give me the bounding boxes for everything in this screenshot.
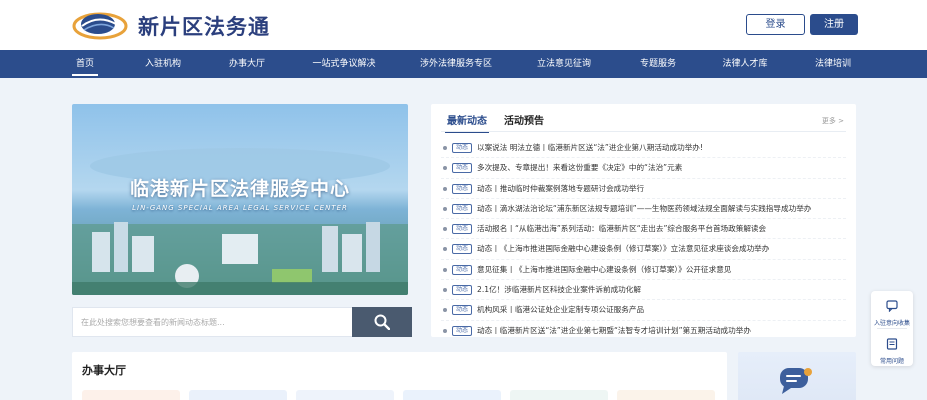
faq-label: 常用问题 <box>879 358 904 365</box>
news-panel: 最新动态 活动预告 更多 > 动态 以案说法 明法立德丨临港新片区送“法”进企业第… <box>431 104 856 337</box>
nav-item-training[interactable]: 法律培训 <box>810 50 856 78</box>
bullet-icon <box>443 206 447 211</box>
banner-subtitle: LIN-GANG SPECIAL AREA LEGAL SERVICE CENT… <box>132 204 348 212</box>
bullet-icon <box>443 166 447 171</box>
search-icon <box>374 314 390 330</box>
bullet-icon <box>443 146 447 150</box>
faq-button[interactable]: 常用问题 <box>871 335 913 365</box>
news-search <box>72 307 412 337</box>
service-card[interactable] <box>403 390 501 400</box>
service-card[interactable] <box>82 390 180 400</box>
logo-icon[interactable] <box>72 8 128 42</box>
tag-badge: 动态 <box>452 244 473 255</box>
bullet-icon <box>443 288 447 293</box>
consult-intent-label: 入驻意向收集 <box>873 320 910 327</box>
search-input[interactable] <box>73 308 352 336</box>
search-button[interactable] <box>352 307 412 337</box>
service-card[interactable] <box>617 390 715 400</box>
nav-item-topics[interactable]: 专题服务 <box>635 50 681 78</box>
nav-item-institutions[interactable]: 入驻机构 <box>140 50 186 78</box>
tag-badge: 动态 <box>452 285 473 296</box>
chat-icon <box>886 300 898 313</box>
news-title: 动态丨《上海市推进国际金融中心建设条例（修订草案）》立法意见征求座谈会成功举办 <box>477 244 770 254</box>
tag-badge: 动态 <box>452 264 473 275</box>
top-header: 新片区法务通 登录 注册 <box>0 0 927 50</box>
news-title: 多次提及、专章提出！来看这份重要《决定》中的“法治”元素 <box>477 163 683 173</box>
news-title: 意见征集丨《上海市推进国际金融中心建设条例（修订草案）》公开征求意见 <box>477 264 732 274</box>
nav-item-home[interactable]: 首页 <box>66 50 104 78</box>
news-list: 动态 以案说法 明法立德丨临港新片区送“法”进企业第八期活动成功举办! 动态 多次提… <box>441 138 846 341</box>
news-title: 动态丨临港新片区送“法”进企业第七期暨“法智专才培训计划”第五期活动成功举办 <box>477 325 751 335</box>
tag-badge: 动态 <box>452 305 473 316</box>
news-title: 以案说法 明法立德丨临港新片区送“法”进企业第八期活动成功举办! <box>477 143 703 152</box>
tab-latest-news[interactable]: 最新动态 <box>445 112 489 133</box>
main-nav: 首页 入驻机构 办事大厅 一站式争议解决 涉外法律服务专区 立法意见征询 专题服… <box>0 50 927 78</box>
nav-item-talent-pool[interactable]: 法律人才库 <box>718 50 772 78</box>
nav-item-dispute-resolution[interactable]: 一站式争议解决 <box>308 50 380 78</box>
nav-item-service-hall[interactable]: 办事大厅 <box>224 50 270 78</box>
hero-banner[interactable]: 临港新片区法律服务中心 LIN-GANG SPECIAL AREA LEGAL … <box>72 104 408 295</box>
service-card[interactable] <box>510 390 608 400</box>
list-item[interactable]: 动态 意见征集丨《上海市推进国际金融中心建设条例（修订草案）》公开征求意见 <box>441 260 846 281</box>
list-item[interactable]: 动态 动态丨滴水湖法治论坛“浦东新区法规专题培训”——生物医药领域法规全面解读与实… <box>441 199 846 220</box>
tag-badge: 动态 <box>452 325 473 336</box>
bullet-icon <box>443 267 447 272</box>
consult-intent-button[interactable]: 入驻意向收集 <box>871 297 913 327</box>
list-item[interactable]: 动态 动态丨推动临时仲裁案例落地专题研讨会成功举行 <box>441 179 846 199</box>
news-title: 机构风采丨临港公证处企业定制专项公证服务产品 <box>477 305 645 315</box>
floating-toolbar: 入驻意向收集 常用问题 <box>871 291 913 366</box>
tab-event-preview[interactable]: 活动预告 <box>504 112 544 127</box>
news-title: 动态丨滴水湖法治论坛“浦东新区法规专题培训”——生物医药领域法规全面解读与实践指… <box>477 203 812 213</box>
list-item[interactable]: 动态 动态丨《上海市推进国际金融中心建设条例（修订草案）》立法意见征求座谈会成功举… <box>441 239 846 260</box>
float-divider <box>877 328 907 329</box>
tag-badge: 动态 <box>452 163 473 174</box>
list-item[interactable]: 动态 活动报名丨“从临港出海”系列活动：临港新片区“走出去”综合服务平台首场政策解… <box>441 219 846 240</box>
bullet-icon <box>443 247 447 252</box>
list-item[interactable]: 动态 以案说法 明法立德丨临港新片区送“法”进企业第八期活动成功举办! <box>441 138 846 159</box>
login-button[interactable]: 登录 <box>746 14 805 35</box>
tag-badge: 动态 <box>452 203 473 214</box>
news-title: 2.1亿！涉临港新片区科技企业案件诉前成功化解 <box>477 285 641 295</box>
tag-badge: 动态 <box>452 183 473 194</box>
more-link[interactable]: 更多 > <box>822 116 844 126</box>
service-card[interactable] <box>296 390 394 400</box>
register-button[interactable]: 注册 <box>810 14 858 35</box>
faq-icon <box>886 338 898 350</box>
bullet-icon <box>443 186 447 191</box>
tag-badge: 动态 <box>452 224 473 235</box>
bullet-icon <box>443 308 447 313</box>
list-item[interactable]: 动态 2.1亿！涉临港新片区科技企业案件诉前成功化解 <box>441 280 846 301</box>
site-title: 新片区法务通 <box>138 15 270 39</box>
list-item[interactable]: 动态 多次提及、专章提出！来看这份重要《决定》中的“法治”元素 <box>441 158 846 179</box>
bullet-icon <box>443 227 447 232</box>
tag-badge: 动态 <box>452 143 473 153</box>
news-title: 活动报名丨“从临港出海”系列活动：临港新片区“走出去”综合服务平台首场政策解读会 <box>477 224 767 234</box>
banner-title: 临港新片区法律服务中心 <box>129 178 350 200</box>
tab-divider <box>441 131 846 132</box>
news-title: 动态丨推动临时仲裁案例落地专题研讨会成功举行 <box>477 183 645 193</box>
chat-bubble-icon <box>780 368 812 394</box>
section-title: 办事大厅 <box>82 364 126 377</box>
list-item[interactable]: 动态 机构风采丨临港公证处企业定制专项公证服务产品 <box>441 300 846 321</box>
service-card[interactable] <box>189 390 287 400</box>
list-item[interactable]: 动态 动态丨临港新片区送“法”进企业第七期暨“法智专才培训计划”第五期活动成功举办 <box>441 321 846 341</box>
consult-card[interactable] <box>738 352 856 400</box>
bullet-icon <box>443 328 447 333</box>
service-hall-section: 办事大厅 <box>72 352 727 400</box>
nav-item-foreign-legal[interactable]: 涉外法律服务专区 <box>418 50 494 78</box>
nav-item-legislation-opinion[interactable]: 立法意见征询 <box>535 50 593 78</box>
